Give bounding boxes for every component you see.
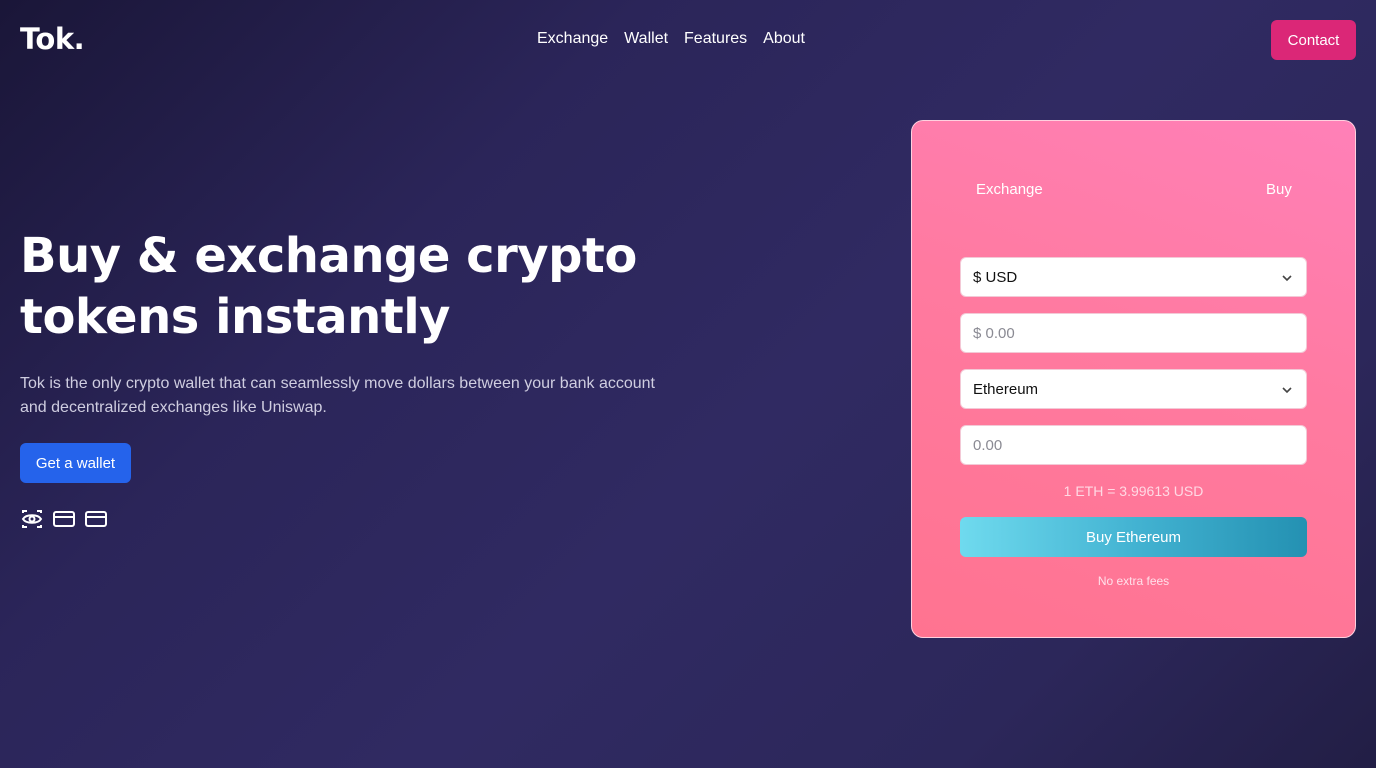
feature-icons xyxy=(20,508,108,530)
tab-buy[interactable]: Buy xyxy=(1266,181,1292,198)
header: Tok. Exchange Wallet Features About Cont… xyxy=(0,0,1376,80)
token-amount-input[interactable] xyxy=(973,436,1294,454)
nav-wallet[interactable]: Wallet xyxy=(624,30,668,48)
main-nav: Exchange Wallet Features About xyxy=(537,30,805,48)
buy-ethereum-button[interactable]: Buy Ethereum xyxy=(960,517,1307,557)
hero-title-line-1: Buy & exchange crypto xyxy=(20,228,637,284)
token-select-value: Ethereum xyxy=(973,380,1039,398)
hero-title: Buy & exchange crypto tokens instantly xyxy=(20,226,640,348)
nav-about[interactable]: About xyxy=(763,30,805,48)
eye-icon xyxy=(20,508,44,530)
currency-select[interactable]: $ USD xyxy=(960,257,1307,297)
amount-input[interactable] xyxy=(973,324,1294,342)
nav-exchange[interactable]: Exchange xyxy=(537,30,608,48)
token-amount-field[interactable] xyxy=(960,425,1307,465)
amount-field[interactable] xyxy=(960,313,1307,353)
fees-note: No extra fees xyxy=(1097,574,1170,588)
hero-description: Tok is the only crypto wallet that can s… xyxy=(20,375,655,416)
contact-button[interactable]: Contact xyxy=(1271,20,1356,60)
tab-exchange[interactable]: Exchange xyxy=(976,181,1043,198)
chevron-down-icon xyxy=(1282,387,1292,394)
credit-card-icon xyxy=(84,508,108,530)
token-select[interactable]: Ethereum xyxy=(960,369,1307,409)
hero-title-line-2: tokens instantly xyxy=(20,289,450,345)
currency-select-value: $ USD xyxy=(973,268,1018,286)
get-wallet-button[interactable]: Get a wallet xyxy=(20,443,131,483)
buy-widget: Exchange Buy $ USD Ethereum 1 ETH = 3.99… xyxy=(911,120,1356,638)
nav-features[interactable]: Features xyxy=(684,30,747,48)
credit-card-icon xyxy=(52,508,76,530)
exchange-rate: 1 ETH = 3.99613 USD xyxy=(1063,483,1204,499)
chevron-down-icon xyxy=(1282,275,1292,282)
logo[interactable]: Tok. xyxy=(20,22,85,56)
